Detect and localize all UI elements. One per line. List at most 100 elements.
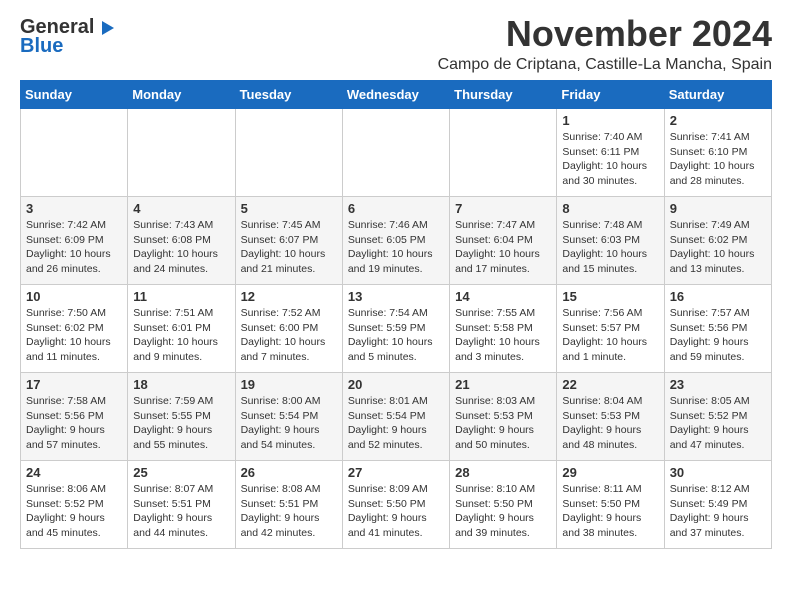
day-info: Sunrise: 7:40 AM Sunset: 6:11 PM Dayligh… [562,130,658,189]
day-info: Sunrise: 8:05 AM Sunset: 5:52 PM Dayligh… [670,394,766,453]
weekday-header-thursday: Thursday [450,81,557,109]
day-info: Sunrise: 7:48 AM Sunset: 6:03 PM Dayligh… [562,218,658,277]
day-number: 10 [26,289,122,304]
day-info: Sunrise: 7:55 AM Sunset: 5:58 PM Dayligh… [455,306,551,365]
calendar-week-1: 1Sunrise: 7:40 AM Sunset: 6:11 PM Daylig… [21,109,772,197]
calendar-cell: 8 Sunrise: 7:48 AM Sunset: 6:03 PM Daylig… [557,197,664,285]
day-info: Sunrise: 7:58 AM Sunset: 5:56 PM Dayligh… [26,394,122,453]
calendar-week-2: 3 Sunrise: 7:42 AM Sunset: 6:09 PM Daylig… [21,197,772,285]
calendar-cell: 10 Sunrise: 7:50 AM Sunset: 6:02 PM Dayli… [21,285,128,373]
calendar-cell: 27 Sunrise: 8:09 AM Sunset: 5:50 PM Dayli… [342,461,449,549]
calendar-cell: 19 Sunrise: 8:00 AM Sunset: 5:54 PM Dayli… [235,373,342,461]
month-title: November 2024 [438,16,772,52]
day-info: Sunrise: 7:42 AM Sunset: 6:09 PM Dayligh… [26,218,122,277]
calendar-cell [450,109,557,197]
weekday-header-row: SundayMondayTuesdayWednesdayThursdayFrid… [21,81,772,109]
calendar-cell: 16 Sunrise: 7:57 AM Sunset: 5:56 PM Dayli… [664,285,771,373]
day-info: Sunrise: 7:52 AM Sunset: 6:00 PM Dayligh… [241,306,337,365]
logo-icon [96,17,118,39]
day-info: Sunrise: 7:41 AM Sunset: 6:10 PM Dayligh… [670,130,766,189]
calendar-cell: 30Sunrise: 8:12 AM Sunset: 5:49 PM Dayli… [664,461,771,549]
title-block: November 2024 Campo de Criptana, Castill… [438,16,772,74]
day-info: Sunrise: 8:06 AM Sunset: 5:52 PM Dayligh… [26,482,122,541]
day-info: Sunrise: 8:07 AM Sunset: 5:51 PM Dayligh… [133,482,229,541]
calendar-cell: 29 Sunrise: 8:11 AM Sunset: 5:50 PM Dayli… [557,461,664,549]
day-info: Sunrise: 7:47 AM Sunset: 6:04 PM Dayligh… [455,218,551,277]
day-info: Sunrise: 8:03 AM Sunset: 5:53 PM Dayligh… [455,394,551,453]
day-number: 6 [348,201,444,216]
calendar-cell: 6 Sunrise: 7:46 AM Sunset: 6:05 PM Daylig… [342,197,449,285]
day-number: 17 [26,377,122,392]
day-number: 27 [348,465,444,480]
weekday-header-monday: Monday [128,81,235,109]
calendar-week-3: 10 Sunrise: 7:50 AM Sunset: 6:02 PM Dayli… [21,285,772,373]
calendar-cell: 3 Sunrise: 7:42 AM Sunset: 6:09 PM Daylig… [21,197,128,285]
calendar-cell: 21 Sunrise: 8:03 AM Sunset: 5:53 PM Dayli… [450,373,557,461]
day-number: 11 [133,289,229,304]
day-number: 3 [26,201,122,216]
location: Campo de Criptana, Castille-La Mancha, S… [438,56,772,74]
day-info: Sunrise: 7:45 AM Sunset: 6:07 PM Dayligh… [241,218,337,277]
day-number: 7 [455,201,551,216]
calendar-cell [21,109,128,197]
day-number: 8 [562,201,658,216]
calendar-week-5: 24Sunrise: 8:06 AM Sunset: 5:52 PM Dayli… [21,461,772,549]
calendar-cell [235,109,342,197]
day-info: Sunrise: 7:51 AM Sunset: 6:01 PM Dayligh… [133,306,229,365]
weekday-header-sunday: Sunday [21,81,128,109]
day-info: Sunrise: 7:49 AM Sunset: 6:02 PM Dayligh… [670,218,766,277]
calendar-cell: 23 Sunrise: 8:05 AM Sunset: 5:52 PM Dayli… [664,373,771,461]
logo: General Blue [20,16,118,58]
calendar-cell: 26 Sunrise: 8:08 AM Sunset: 5:51 PM Dayli… [235,461,342,549]
day-number: 28 [455,465,551,480]
calendar-cell: 15 Sunrise: 7:56 AM Sunset: 5:57 PM Dayli… [557,285,664,373]
day-number: 29 [562,465,658,480]
calendar-cell: 14 Sunrise: 7:55 AM Sunset: 5:58 PM Dayli… [450,285,557,373]
day-info: Sunrise: 7:56 AM Sunset: 5:57 PM Dayligh… [562,306,658,365]
page-header: General Blue November 2024 Campo de Crip… [20,16,772,74]
day-info: Sunrise: 7:59 AM Sunset: 5:55 PM Dayligh… [133,394,229,453]
day-number: 14 [455,289,551,304]
weekday-header-wednesday: Wednesday [342,81,449,109]
day-info: Sunrise: 7:50 AM Sunset: 6:02 PM Dayligh… [26,306,122,365]
day-number: 30 [670,465,766,480]
calendar-cell: 5Sunrise: 7:45 AM Sunset: 6:07 PM Daylig… [235,197,342,285]
calendar-cell: 18 Sunrise: 7:59 AM Sunset: 5:55 PM Dayli… [128,373,235,461]
calendar-cell: 25Sunrise: 8:07 AM Sunset: 5:51 PM Dayli… [128,461,235,549]
day-number: 4 [133,201,229,216]
calendar-cell: 1Sunrise: 7:40 AM Sunset: 6:11 PM Daylig… [557,109,664,197]
logo-blue: Blue [20,35,63,58]
calendar-cell: 17 Sunrise: 7:58 AM Sunset: 5:56 PM Dayli… [21,373,128,461]
day-info: Sunrise: 8:08 AM Sunset: 5:51 PM Dayligh… [241,482,337,541]
day-info: Sunrise: 7:54 AM Sunset: 5:59 PM Dayligh… [348,306,444,365]
day-number: 22 [562,377,658,392]
day-info: Sunrise: 8:00 AM Sunset: 5:54 PM Dayligh… [241,394,337,453]
day-number: 23 [670,377,766,392]
day-info: Sunrise: 8:01 AM Sunset: 5:54 PM Dayligh… [348,394,444,453]
calendar-table: SundayMondayTuesdayWednesdayThursdayFrid… [20,80,772,549]
weekday-header-friday: Friday [557,81,664,109]
day-number: 13 [348,289,444,304]
day-number: 18 [133,377,229,392]
day-number: 19 [241,377,337,392]
day-number: 15 [562,289,658,304]
day-number: 12 [241,289,337,304]
day-number: 16 [670,289,766,304]
calendar-cell: 4Sunrise: 7:43 AM Sunset: 6:08 PM Daylig… [128,197,235,285]
day-info: Sunrise: 8:04 AM Sunset: 5:53 PM Dayligh… [562,394,658,453]
calendar-cell: 28Sunrise: 8:10 AM Sunset: 5:50 PM Dayli… [450,461,557,549]
calendar-cell: 20Sunrise: 8:01 AM Sunset: 5:54 PM Dayli… [342,373,449,461]
calendar-cell: 11 Sunrise: 7:51 AM Sunset: 6:01 PM Dayli… [128,285,235,373]
calendar-cell: 13 Sunrise: 7:54 AM Sunset: 5:59 PM Dayli… [342,285,449,373]
day-number: 21 [455,377,551,392]
calendar-cell [342,109,449,197]
calendar-cell [128,109,235,197]
day-info: Sunrise: 8:11 AM Sunset: 5:50 PM Dayligh… [562,482,658,541]
calendar-cell: 2 Sunrise: 7:41 AM Sunset: 6:10 PM Daylig… [664,109,771,197]
day-number: 26 [241,465,337,480]
day-info: Sunrise: 7:57 AM Sunset: 5:56 PM Dayligh… [670,306,766,365]
calendar-cell: 12 Sunrise: 7:52 AM Sunset: 6:00 PM Dayli… [235,285,342,373]
day-info: Sunrise: 8:09 AM Sunset: 5:50 PM Dayligh… [348,482,444,541]
day-number: 2 [670,113,766,128]
day-info: Sunrise: 7:46 AM Sunset: 6:05 PM Dayligh… [348,218,444,277]
